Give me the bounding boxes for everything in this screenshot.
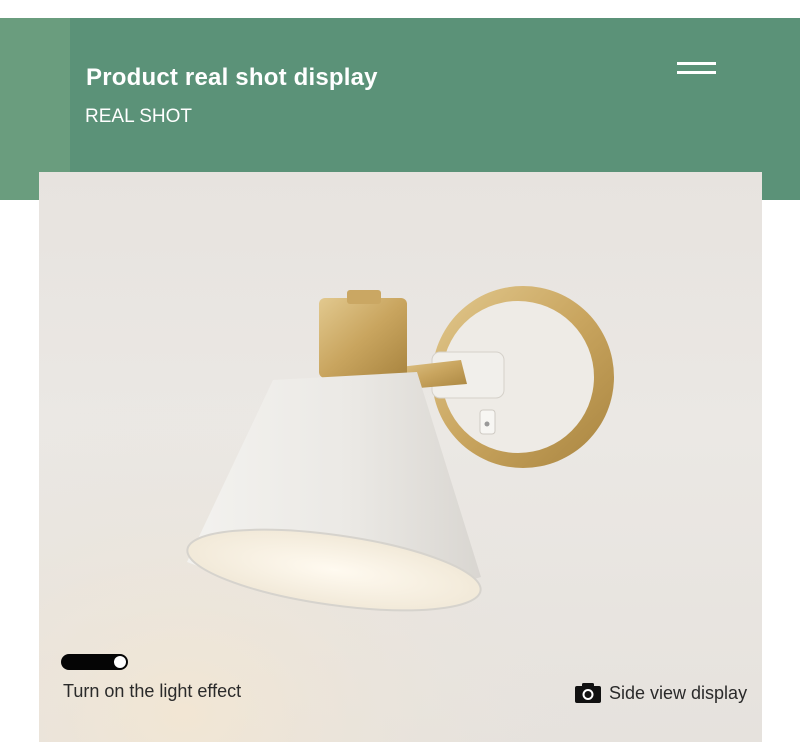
light-effect-caption: Turn on the light effect <box>63 681 242 701</box>
page-title: Product real shot display <box>86 64 378 91</box>
menu-line <box>677 71 716 74</box>
brass-joint <box>319 298 407 378</box>
wall-lamp-illustration <box>39 172 762 742</box>
product-photo <box>39 172 762 742</box>
camera-icon <box>575 683 601 703</box>
hamburger-menu-icon[interactable] <box>677 62 716 76</box>
menu-line <box>677 62 716 65</box>
light-effect-toggle[interactable] <box>61 654 128 670</box>
page-subtitle: REAL SHOT <box>85 106 192 127</box>
side-view-caption: Side view display <box>609 683 748 703</box>
toggle-knob <box>114 656 126 668</box>
